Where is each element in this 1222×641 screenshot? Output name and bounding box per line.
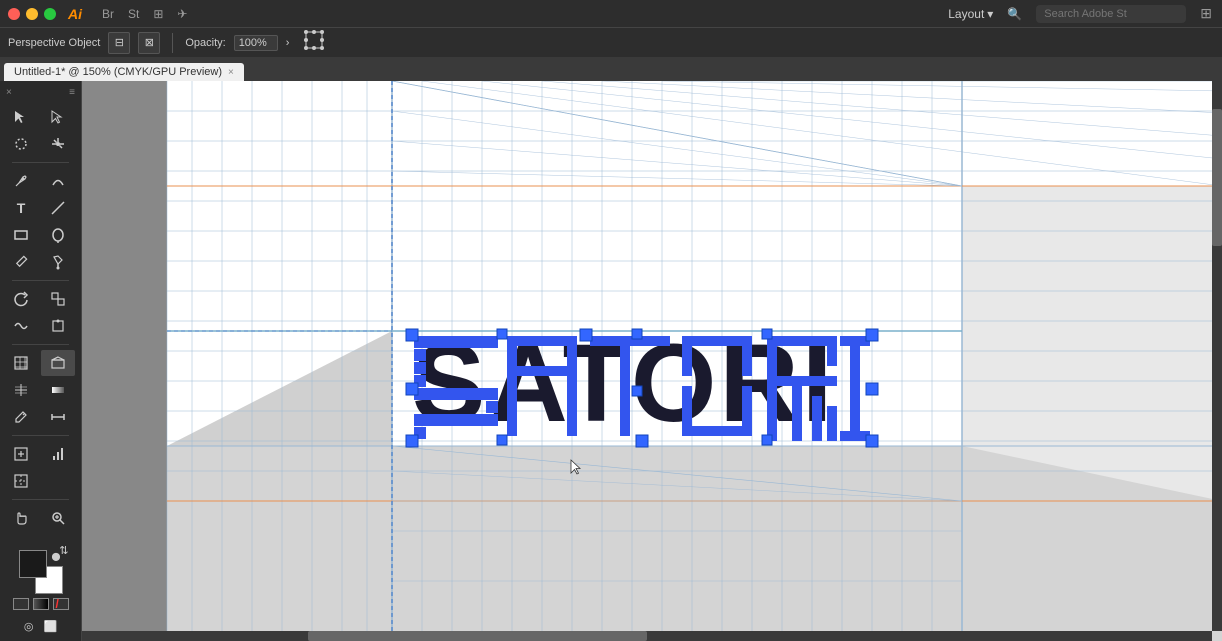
draw-mode-btn[interactable]: ◎	[24, 620, 34, 633]
rotate-tool[interactable]	[4, 286, 38, 312]
perspective-icon-2[interactable]: ⊠	[138, 32, 160, 54]
perspective-icon-1[interactable]: ⊟	[108, 32, 130, 54]
vertical-scrollbar[interactable]	[1212, 81, 1222, 631]
chart-tool[interactable]	[41, 441, 75, 467]
pencil-tool[interactable]	[4, 249, 38, 275]
search-icon: 🔍	[1007, 7, 1022, 21]
tool-sep-2	[12, 280, 69, 281]
document-tab[interactable]: Untitled-1* @ 150% (CMYK/GPU Preview) ×	[4, 63, 244, 81]
perspective-selection-tool[interactable]	[41, 350, 75, 376]
mesh-tool[interactable]	[4, 377, 38, 403]
color-swap-icon[interactable]: ⇅	[59, 544, 68, 557]
foreground-color-swatch[interactable]	[19, 550, 47, 578]
toolpanel: × ≡ T	[0, 81, 82, 641]
none-box[interactable]	[53, 598, 69, 610]
tool-panel-header: × ≡	[0, 85, 81, 102]
eyedropper-tool[interactable]	[4, 404, 38, 430]
broadcast-icon[interactable]: ✈	[177, 7, 187, 21]
perspective-object-label: Perspective Object	[8, 37, 100, 49]
options-separator	[172, 33, 173, 53]
pen-tool[interactable]	[4, 168, 38, 194]
app-icons-group: Br St ⊞ ✈	[102, 7, 187, 21]
horizontal-scrollbar-thumb[interactable]	[308, 631, 647, 641]
tool-sep-4	[12, 435, 69, 436]
libraries-icon[interactable]: ⊞	[153, 7, 163, 21]
place-tool[interactable]	[4, 441, 38, 467]
stroke-box[interactable]	[13, 598, 29, 610]
hand-tool[interactable]	[4, 505, 38, 531]
perspective-grid-tool[interactable]	[4, 350, 38, 376]
vertical-scrollbar-thumb[interactable]	[1212, 109, 1222, 247]
bridge-icon[interactable]: Br	[102, 7, 114, 21]
canvas-area[interactable]: SATORI	[82, 81, 1222, 641]
stroke-fill-row	[8, 598, 73, 610]
dummy-tool	[41, 468, 75, 494]
app-logo: Ai	[68, 6, 82, 22]
main-area: × ≡ T	[0, 81, 1222, 641]
expand-button[interactable]: ›	[286, 37, 290, 49]
slice-tool[interactable]	[4, 468, 38, 494]
tool-sep-3	[12, 344, 69, 345]
minimize-button[interactable]	[26, 8, 38, 20]
traffic-lights	[8, 8, 56, 20]
selection-tool[interactable]	[4, 104, 38, 130]
rect-tool[interactable]	[4, 222, 38, 248]
panel-expand-icon[interactable]: ≡	[69, 87, 75, 98]
tools-bottom: ◎ ⬜	[0, 616, 81, 637]
horizontal-scrollbar[interactable]	[82, 631, 1212, 641]
measure-tool[interactable]	[41, 404, 75, 430]
arrange-icon[interactable]: ⊞	[1200, 5, 1212, 22]
line-tool[interactable]	[41, 195, 75, 221]
type-tool[interactable]: T	[4, 195, 38, 221]
scale-tool[interactable]	[41, 286, 75, 312]
opacity-label: Opacity:	[185, 37, 225, 49]
color-area: ⬤ ⇅	[0, 544, 81, 616]
tools-grid: T	[0, 102, 81, 533]
warp-tool[interactable]	[4, 313, 38, 339]
titlebar-right: Layout ▾ 🔍 ⊞	[948, 5, 1212, 23]
fullscreen-button[interactable]	[44, 8, 56, 20]
direct-selection-tool[interactable]	[41, 104, 75, 130]
stock-icon[interactable]: St	[128, 7, 139, 21]
zoom-tool[interactable]	[41, 505, 75, 531]
tool-sep-5	[12, 499, 69, 500]
lasso-tool[interactable]	[4, 131, 38, 157]
transform-controls[interactable]	[303, 29, 325, 56]
gradient-tool[interactable]	[41, 377, 75, 403]
gradient-box[interactable]	[33, 598, 49, 610]
screen-mode-btn[interactable]: ⬜	[43, 620, 57, 633]
tool-sep-1	[12, 162, 69, 163]
transform-icon	[303, 29, 325, 51]
search-input[interactable]	[1036, 5, 1186, 23]
optionsbar: Perspective Object ⊟ ⊠ Opacity: ›	[0, 27, 1222, 57]
close-button[interactable]	[8, 8, 20, 20]
titlebar: Ai Br St ⊞ ✈ Layout ▾ 🔍 ⊞	[0, 0, 1222, 27]
blob-brush-tool[interactable]	[41, 222, 75, 248]
color-swatches[interactable]: ⬤ ⇅	[19, 550, 63, 594]
tab-title: Untitled-1* @ 150% (CMYK/GPU Preview)	[14, 66, 222, 78]
opacity-input[interactable]	[234, 35, 278, 51]
tab-close-button[interactable]: ×	[228, 67, 234, 78]
tabbar: Untitled-1* @ 150% (CMYK/GPU Preview) ×	[0, 57, 1222, 81]
panel-close-icon[interactable]: ×	[6, 87, 12, 98]
reshape-tool[interactable]	[41, 313, 75, 339]
layout-button[interactable]: Layout ▾	[948, 7, 993, 21]
curvature-tool[interactable]	[41, 168, 75, 194]
perspective-grid-svg: SATORI	[82, 81, 1222, 641]
magic-wand-tool[interactable]	[41, 131, 75, 157]
paintbucket-tool[interactable]	[41, 249, 75, 275]
